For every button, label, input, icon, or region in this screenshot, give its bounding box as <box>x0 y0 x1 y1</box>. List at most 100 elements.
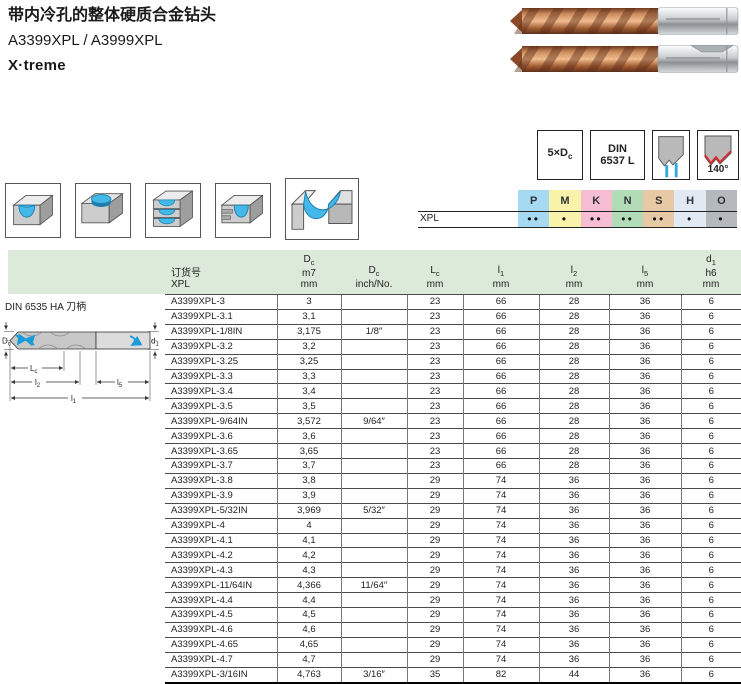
din-line2: 6537 L <box>600 155 634 167</box>
value-cell <box>341 652 407 667</box>
value-cell <box>341 384 407 399</box>
value-cell: 6 <box>681 295 741 310</box>
material-col-S: S●● <box>643 190 674 228</box>
order-number-cell: A3399XPL-3/16IN <box>165 667 277 682</box>
suitability-dots: ● <box>549 211 580 228</box>
order-number-cell: A3399XPL-1/8IN <box>165 324 277 339</box>
value-cell: 66 <box>463 369 539 384</box>
value-cell: 36 <box>609 578 681 593</box>
value-cell: 36 <box>539 518 609 533</box>
value-cell: 36 <box>609 384 681 399</box>
order-number-cell: A3399XPL-4.3 <box>165 563 277 578</box>
value-cell: 4,3 <box>277 563 341 578</box>
value-cell <box>341 369 407 384</box>
value-cell: 66 <box>463 354 539 369</box>
table-row: A3399XPL-4.64,6297436366 <box>165 622 741 637</box>
table-row: A3399XPL-3.63,6236628366 <box>165 429 741 444</box>
value-cell: 36 <box>539 503 609 518</box>
value-cell: 3,6 <box>277 429 341 444</box>
open-slot-icon <box>285 178 359 240</box>
shank-type-note: DIN 6535 HA 刀柄 <box>5 298 86 313</box>
table-row: A3399XPL-4.24,2297436366 <box>165 548 741 563</box>
order-number-cell: A3399XPL-3.2 <box>165 339 277 354</box>
col-header-l5: l5 mm <box>609 250 681 294</box>
svg-text:Dc: Dc <box>2 337 11 348</box>
value-cell: 5/32″ <box>341 503 407 518</box>
value-cell: 36 <box>609 295 681 310</box>
value-cell: 36 <box>609 518 681 533</box>
value-cell: 36 <box>609 533 681 548</box>
value-cell: 6 <box>681 652 741 667</box>
value-cell: 29 <box>407 488 463 503</box>
value-cell: 36 <box>539 593 609 608</box>
value-cell: 28 <box>539 339 609 354</box>
table-row: A3399XPL-11/64IN4,36611/64″297436366 <box>165 578 741 593</box>
value-cell: 29 <box>407 593 463 608</box>
value-cell: 29 <box>407 652 463 667</box>
order-number-cell: A3399XPL-3.9 <box>165 488 277 503</box>
value-cell: 74 <box>463 608 539 623</box>
value-cell <box>341 458 407 473</box>
col-header-l1: l1 mm <box>463 250 539 294</box>
value-cell: 23 <box>407 414 463 429</box>
value-cell <box>341 533 407 548</box>
material-col-P: P●● <box>518 190 549 228</box>
material-suitability: XPL P●●M●K●●N●●S●●H●O● <box>418 190 737 228</box>
value-cell <box>341 563 407 578</box>
col-header-l2: l2 mm <box>539 250 609 294</box>
value-cell: 3 <box>277 295 341 310</box>
value-cell: 6 <box>681 622 741 637</box>
value-cell: 3/16″ <box>341 667 407 682</box>
value-cell: 23 <box>407 295 463 310</box>
value-cell <box>341 339 407 354</box>
page-title-model: A3399XPL / A3999XPL <box>8 30 216 52</box>
order-number-cell: A3399XPL-3.4 <box>165 384 277 399</box>
value-cell: 4,1 <box>277 533 341 548</box>
value-cell: 66 <box>463 444 539 459</box>
value-cell <box>341 488 407 503</box>
order-number-cell: A3399XPL-4 <box>165 518 277 533</box>
value-cell: 36 <box>539 578 609 593</box>
table-row: A3399XPL-3/16IN4,7633/16″358244366 <box>165 667 741 682</box>
value-cell: 6 <box>681 563 741 578</box>
value-cell <box>341 444 407 459</box>
value-cell: 23 <box>407 324 463 339</box>
table-row: A3399XPL-3.253,25236628366 <box>165 354 741 369</box>
order-number-cell: A3399XPL-3.3 <box>165 369 277 384</box>
table-row: A3399XPL-4.14,1297436366 <box>165 533 741 548</box>
value-cell: 29 <box>407 608 463 623</box>
value-cell: 66 <box>463 339 539 354</box>
value-cell: 23 <box>407 384 463 399</box>
order-number-cell: A3399XPL-3.65 <box>165 444 277 459</box>
value-cell: 74 <box>463 593 539 608</box>
material-columns: P●●M●K●●N●●S●●H●O● <box>518 190 737 228</box>
value-cell: 36 <box>609 637 681 652</box>
material-col-K: K●● <box>581 190 612 228</box>
order-number-cell: A3399XPL-4.2 <box>165 548 277 563</box>
value-cell: 29 <box>407 503 463 518</box>
value-cell <box>341 354 407 369</box>
value-cell: 66 <box>463 324 539 339</box>
suitability-dots: ● <box>674 211 705 228</box>
suitability-dots: ●● <box>518 211 549 228</box>
value-cell: 4,65 <box>277 637 341 652</box>
value-cell: 6 <box>681 444 741 459</box>
point-angle-label: 140° <box>708 164 729 175</box>
table-row: A3399XPL-3.93,9297436366 <box>165 488 741 503</box>
value-cell: 36 <box>539 473 609 488</box>
value-cell: 6 <box>681 473 741 488</box>
material-letter: S <box>643 190 674 211</box>
col-header-d1: d1 h6 mm <box>681 250 741 294</box>
value-cell: 4,763 <box>277 667 341 682</box>
value-cell: 36 <box>609 339 681 354</box>
value-cell <box>341 473 407 488</box>
order-number-cell: A3399XPL-5/32IN <box>165 503 277 518</box>
table-row: A3399XPL-3.73,7236628366 <box>165 458 741 473</box>
value-cell: 6 <box>681 608 741 623</box>
value-cell: 3,5 <box>277 399 341 414</box>
value-cell: 6 <box>681 399 741 414</box>
material-letter: M <box>549 190 580 211</box>
order-number-cell: A3399XPL-3.8 <box>165 473 277 488</box>
svg-text:Lc: Lc <box>30 364 37 375</box>
value-cell: 36 <box>609 369 681 384</box>
